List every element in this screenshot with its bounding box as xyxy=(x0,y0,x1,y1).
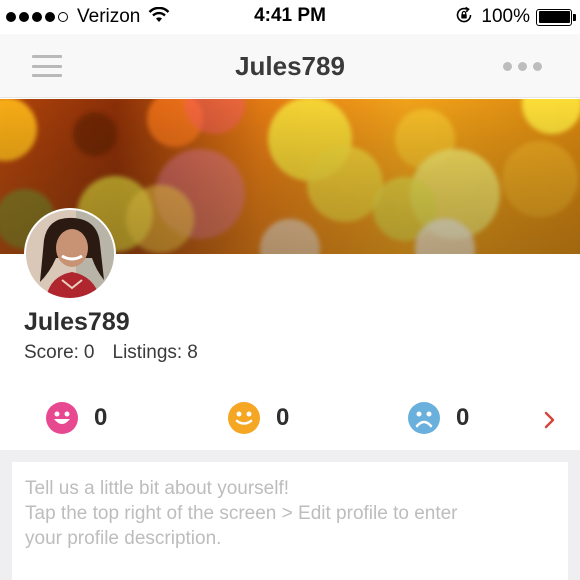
status-bar: Verizon 4:41 PM 100% xyxy=(0,0,580,34)
status-right: 100% xyxy=(455,6,576,29)
more-options-icon[interactable] xyxy=(503,62,542,71)
feedback-positive-count: 0 xyxy=(94,404,108,431)
feedback-negative-count: 0 xyxy=(456,404,470,431)
feedback-positive[interactable]: 0 xyxy=(46,402,107,434)
feedback-neutral-count: 0 xyxy=(276,404,290,431)
listings-value: 8 xyxy=(187,342,198,363)
happy-face-icon xyxy=(46,402,78,434)
feedback-neutral[interactable]: 0 xyxy=(228,402,289,434)
nav-title: Jules789 xyxy=(235,51,345,81)
description-section: Tell us a little bit about yourself! Tap… xyxy=(0,450,580,580)
description-line-2: Tap the top right of the screen > Edit p… xyxy=(25,503,458,524)
orientation-lock-icon xyxy=(455,6,473,29)
description-line-1: Tell us a little bit about yourself! xyxy=(25,478,290,499)
description-line-3: your profile description. xyxy=(25,528,222,549)
profile-stats: Score: 0 Listings: 8 xyxy=(24,342,198,364)
listings-label: Listings: xyxy=(112,342,183,363)
score-value: 0 xyxy=(83,342,95,363)
score-label: Score: xyxy=(24,342,79,363)
nav-bar: Jules789 xyxy=(0,34,580,98)
chevron-right-icon[interactable] xyxy=(540,408,560,432)
battery-icon xyxy=(536,8,576,26)
listings-stat[interactable]: Listings: 8 xyxy=(113,342,198,364)
feedback-row[interactable]: 0 0 0 xyxy=(0,392,580,448)
profile-avatar[interactable] xyxy=(24,208,116,300)
battery-percent: 100% xyxy=(481,6,530,27)
profile-username: Jules789 xyxy=(24,308,130,336)
neutral-face-icon xyxy=(228,402,260,434)
score-stat: Score: 0 xyxy=(24,342,95,364)
sad-face-icon xyxy=(408,402,440,434)
description-card: Tell us a little bit about yourself! Tap… xyxy=(12,462,568,580)
feedback-negative[interactable]: 0 xyxy=(408,402,469,434)
